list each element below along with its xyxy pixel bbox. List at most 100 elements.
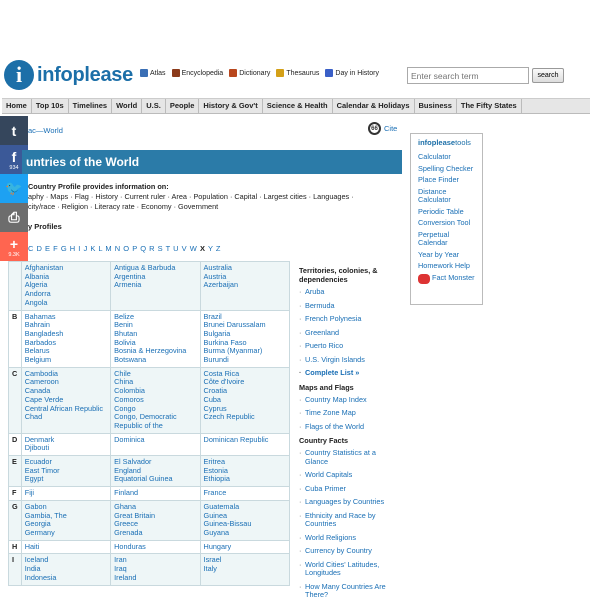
alphabet-letter-p[interactable]: P — [132, 244, 137, 253]
alphabet-letter-m[interactable]: M — [105, 244, 111, 253]
tool-link-calculator[interactable]: Calculator — [418, 152, 475, 162]
nav-item-science-health[interactable]: Science & Health — [263, 99, 333, 113]
alphabet-letter-r[interactable]: R — [149, 244, 154, 253]
country-link[interactable]: Ireland — [114, 573, 196, 583]
nav-item-timelines[interactable]: Timelines — [69, 99, 113, 113]
country-link[interactable]: Haiti — [25, 542, 107, 552]
nav-item-home[interactable]: Home — [2, 99, 32, 113]
related-link[interactable]: Time Zone Map — [299, 408, 394, 418]
alphabet-letter-t[interactable]: T — [166, 244, 170, 253]
complete-list-link[interactable]: Complete List » — [299, 368, 394, 378]
country-link[interactable]: Burundi — [204, 355, 286, 365]
alphabet-letter-g[interactable]: G — [61, 244, 67, 253]
tool-link-periodic-table[interactable]: Periodic Table — [418, 207, 475, 217]
nav-item-the-fifty-states[interactable]: The Fifty States — [457, 99, 522, 113]
country-link[interactable]: Dominican Republic — [204, 435, 286, 445]
quicklink-encyclopedia[interactable]: Encyclopedia — [171, 69, 223, 77]
alphabet-letter-v[interactable]: V — [182, 244, 187, 253]
fact-monster-link[interactable]: Fact Monster — [418, 273, 475, 286]
search-input[interactable] — [407, 67, 529, 84]
alphabet-letter-q[interactable]: Q — [140, 244, 146, 253]
related-link[interactable]: Bermuda — [299, 301, 394, 311]
country-link[interactable]: Honduras — [114, 542, 196, 552]
alphabet-letter-l[interactable]: L — [98, 244, 102, 253]
nav-item-world[interactable]: World — [112, 99, 143, 113]
country-link[interactable]: Equatorial Guinea — [114, 475, 196, 484]
alphabet-letter-x[interactable]: X — [200, 244, 205, 253]
nav-item-history-gov-t[interactable]: History & Gov't — [199, 99, 263, 113]
tool-link-homework-help[interactable]: Homework Help — [418, 261, 475, 271]
related-link[interactable]: Languages by Countries — [299, 497, 394, 507]
related-link[interactable]: World Capitals — [299, 470, 394, 480]
print-button[interactable]: ⎙ — [0, 203, 28, 232]
country-link[interactable]: Armenia — [114, 281, 196, 290]
tool-link-conversion-tool[interactable]: Conversion Tool — [418, 218, 475, 228]
country-link[interactable]: Indonesia — [25, 573, 107, 583]
tool-link-place-finder[interactable]: Place Finder — [418, 175, 475, 185]
nav-item-people[interactable]: People — [166, 99, 200, 113]
country-link[interactable]: Fiji — [25, 488, 107, 498]
alphabet-letter-s[interactable]: S — [158, 244, 163, 253]
cite-button[interactable]: 66 Cite — [368, 122, 397, 135]
country-link[interactable]: Djibouti — [25, 444, 107, 453]
nav-item-top-10s[interactable]: Top 10s — [32, 99, 69, 113]
country-link[interactable]: France — [204, 488, 286, 498]
search-button[interactable]: search — [532, 68, 564, 83]
quicklink-thesaurus[interactable]: Thesaurus — [276, 69, 319, 77]
related-link[interactable]: Cuba Primer — [299, 484, 394, 494]
alphabet-letter-f[interactable]: F — [53, 244, 58, 253]
country-link[interactable]: Grenada — [114, 528, 196, 538]
infoplease-logo[interactable]: i infoplease — [4, 60, 133, 90]
related-link[interactable]: French Polynesia — [299, 314, 394, 324]
alphabet-letter-o[interactable]: O — [123, 244, 129, 253]
country-link[interactable]: Finland — [114, 488, 196, 498]
related-link[interactable]: Puerto Rico — [299, 341, 394, 351]
alphabet-letter-d[interactable]: D — [37, 244, 42, 253]
country-link[interactable]: Guyana — [204, 528, 286, 538]
related-link[interactable]: Greenland — [299, 328, 394, 338]
tool-link-distance-calculator[interactable]: Distance Calculator — [418, 187, 475, 205]
related-link[interactable]: Country Statistics at a Glance — [299, 448, 394, 466]
quicklink-dictionary[interactable]: Dictionary — [229, 69, 270, 77]
related-link[interactable]: Ethnicity and Race by Countries — [299, 511, 394, 529]
alphabet-letter-z[interactable]: Z — [216, 244, 221, 253]
related-link[interactable]: How Many Countries Are There? — [299, 582, 394, 600]
country-link[interactable]: Czech Republic — [204, 413, 286, 422]
related-link[interactable]: Flags of the World — [299, 422, 394, 432]
country-link[interactable]: Ethiopia — [204, 475, 286, 484]
nav-item-business[interactable]: Business — [415, 99, 457, 113]
tumblr-button[interactable]: t — [0, 116, 28, 145]
country-link[interactable]: Germany — [25, 528, 107, 538]
alphabet-letter-y[interactable]: Y — [208, 244, 213, 253]
country-link[interactable]: Congo, Democratic Republic of the — [114, 412, 196, 430]
alphabet-letter-c[interactable]: C — [28, 244, 33, 253]
country-link[interactable]: Belgium — [25, 355, 107, 365]
country-link[interactable]: Italy — [204, 564, 286, 574]
alphabet-letter-w[interactable]: W — [190, 244, 197, 253]
quicklink-day-in-history[interactable]: Day in History — [325, 69, 379, 77]
alphabet-letter-j[interactable]: J — [83, 244, 87, 253]
related-link[interactable]: U.S. Virgin Islands — [299, 355, 394, 365]
twitter-button[interactable]: 🐦 — [0, 174, 28, 203]
tool-link-year-by-year[interactable]: Year by Year — [418, 250, 475, 260]
tool-link-spelling-checker[interactable]: Spelling Checker — [418, 164, 475, 174]
alphabet-letter-i[interactable]: I — [78, 244, 80, 253]
country-link[interactable]: Dominica — [114, 435, 196, 445]
alphabet-letter-u[interactable]: U — [173, 244, 178, 253]
related-link[interactable]: World Religions — [299, 533, 394, 543]
nav-item-u-s-[interactable]: U.S. — [142, 99, 166, 113]
alphabet-letter-h[interactable]: H — [70, 244, 75, 253]
quicklink-atlas[interactable]: Atlas — [140, 69, 166, 77]
country-link[interactable]: Chad — [25, 413, 107, 422]
country-link[interactable]: Hungary — [204, 542, 286, 552]
breadcrumb[interactable]: ac—World — [28, 126, 63, 135]
share-plus-button[interactable]: +9.3K — [0, 232, 28, 261]
alphabet-letter-n[interactable]: N — [115, 244, 120, 253]
tool-link-perpetual-calendar[interactable]: Perpetual Calendar — [418, 230, 475, 248]
related-link[interactable]: Currency by Country — [299, 546, 394, 556]
country-link[interactable]: Egypt — [25, 475, 107, 484]
related-link[interactable]: Country Map Index — [299, 395, 394, 405]
country-link[interactable]: Angola — [25, 298, 107, 308]
alphabet-letter-k[interactable]: K — [90, 244, 95, 253]
alphabet-letter-e[interactable]: E — [45, 244, 50, 253]
